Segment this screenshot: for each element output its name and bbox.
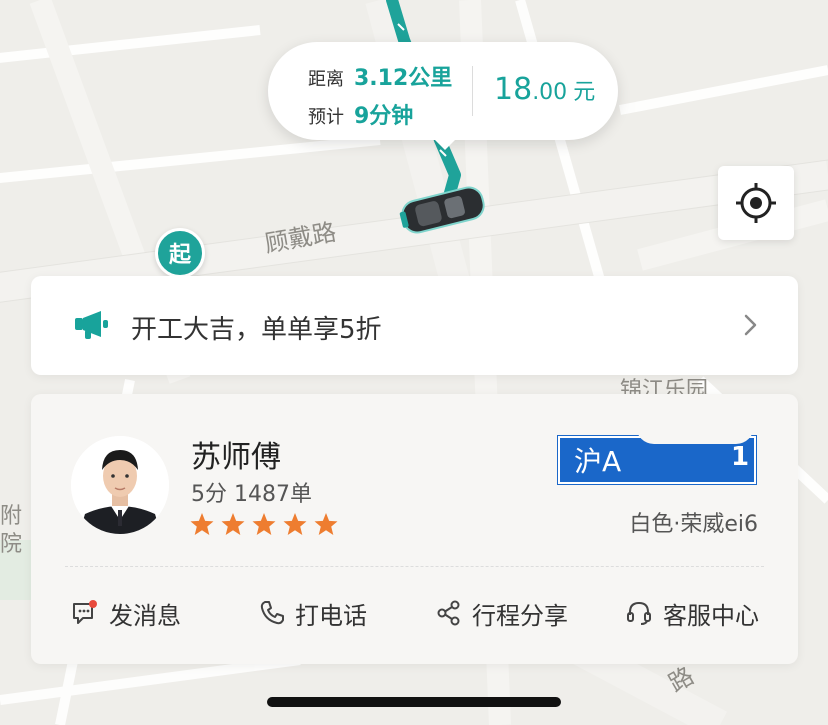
star-icon — [283, 513, 307, 535]
driver-info-card: 苏师傅 5分 1487单 沪A 1 白色·荣威ei6 发消息 打电话 行程分享 … — [31, 394, 798, 664]
driver-name: 苏师傅 — [191, 440, 281, 475]
price-integer: 18 — [494, 72, 533, 107]
locate-button[interactable] — [718, 166, 794, 240]
driver-stats: 5分 1487单 — [191, 482, 312, 507]
message-button[interactable]: 发消息 — [71, 586, 181, 640]
call-label: 打电话 — [295, 601, 367, 630]
share-icon — [437, 600, 460, 626]
driver-rating — [189, 512, 339, 536]
trip-divider — [472, 66, 473, 116]
driver-photo — [71, 436, 169, 534]
action-bar: 发消息 打电话 行程分享 客服中心 — [31, 586, 798, 640]
card-divider — [65, 566, 764, 567]
message-label: 发消息 — [109, 601, 181, 630]
ride-tracking-screen: 顾戴路 锦江乐园 路 附 院 起 距离 3.12公里 预计 9分钟 18.00 元 — [0, 0, 828, 725]
promo-text: 开工大吉，单单享5折 — [131, 315, 382, 345]
locate-crosshair-icon — [736, 183, 776, 223]
star-icon — [314, 513, 338, 535]
headset-icon — [627, 601, 651, 625]
share-trip-label: 行程分享 — [472, 601, 568, 630]
home-indicator[interactable] — [267, 697, 561, 707]
driver-avatar[interactable] — [71, 436, 169, 534]
chevron-right-icon — [744, 314, 757, 336]
car-marker-icon — [399, 186, 485, 234]
eta-row: 预计 9分钟 — [308, 98, 413, 130]
road-label-yuan: 院 — [0, 532, 23, 557]
distance-row: 距离 3.12公里 — [308, 60, 452, 92]
start-location-marker[interactable]: 起 — [155, 228, 205, 278]
price-decimal: .00 — [532, 80, 568, 105]
star-icon — [221, 513, 245, 535]
star-icon — [190, 513, 214, 535]
message-icon — [73, 600, 97, 624]
trip-info-bubble: 距离 3.12公里 预计 9分钟 18.00 元 — [268, 42, 618, 150]
eta-label: 预计 — [308, 107, 344, 128]
share-trip-button[interactable]: 行程分享 — [436, 586, 568, 640]
license-plate-text: 沪A — [574, 445, 622, 478]
license-plate-end: 1 — [731, 442, 750, 472]
eta-value: 9分钟 — [354, 104, 414, 129]
phone-icon — [260, 601, 284, 625]
trip-price: 18.00 元 — [494, 72, 595, 107]
customer-service-label: 客服中心 — [663, 601, 759, 630]
car-info: 白色·荣威ei6 — [629, 512, 758, 537]
star-icon — [252, 513, 276, 535]
price-unit: 元 — [573, 80, 596, 105]
distance-label: 距离 — [308, 69, 344, 90]
call-button[interactable]: 打电话 — [259, 586, 367, 640]
customer-service-button[interactable]: 客服中心 — [625, 586, 759, 640]
megaphone-icon — [75, 311, 108, 339]
distance-value: 3.12公里 — [354, 66, 453, 91]
promo-banner[interactable]: 开工大吉，单单享5折 — [31, 276, 798, 375]
